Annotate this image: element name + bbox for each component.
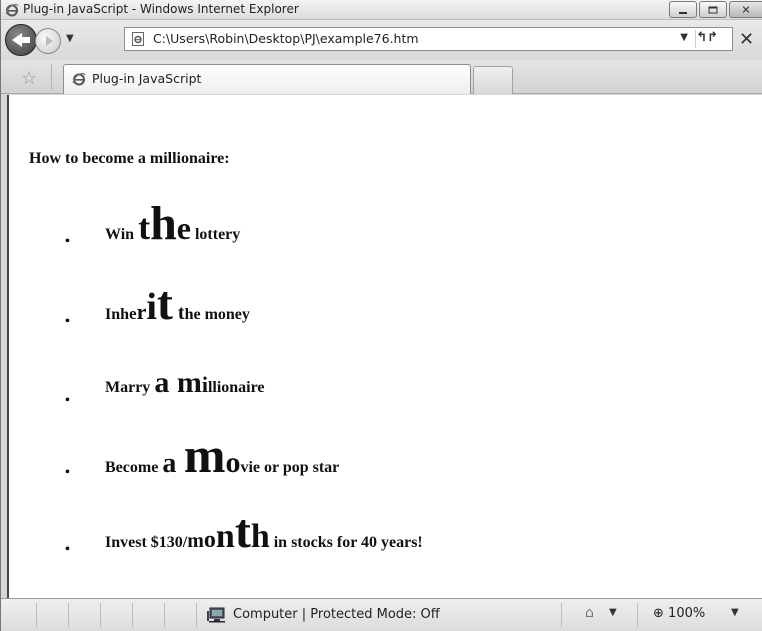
text-segment: llionaire bbox=[207, 379, 265, 396]
list-item-text: Marry a m i llionaire bbox=[105, 352, 265, 414]
zoom-dropdown-icon[interactable]: ▼ bbox=[731, 607, 739, 618]
back-arrow-stem bbox=[20, 37, 30, 43]
status-cell bbox=[69, 603, 101, 627]
refresh-icon[interactable]: ↰↱ bbox=[696, 30, 718, 45]
text-segment: i bbox=[146, 286, 157, 328]
list-bullet: • bbox=[65, 234, 70, 249]
ie-page-icon bbox=[72, 72, 86, 86]
text-segment bbox=[176, 432, 184, 494]
zone-dropdown-icon[interactable]: ▼ bbox=[609, 607, 617, 618]
tab-divider bbox=[51, 64, 52, 90]
zoom-icon: ⊕ bbox=[653, 606, 664, 621]
status-cell bbox=[165, 603, 197, 627]
security-zone-text[interactable]: Computer | Protected Mode: Off bbox=[233, 607, 440, 622]
status-cell bbox=[133, 603, 165, 627]
text-segment: r bbox=[136, 299, 147, 324]
browser-window: Plug-in JavaScript - Windows Internet Ex… bbox=[0, 0, 762, 631]
text-segment bbox=[169, 352, 177, 414]
list-item: • Invest $130/m o n t h in stocks for 40 year… bbox=[9, 95, 709, 558]
close-window-button[interactable]: ✕ bbox=[729, 1, 762, 18]
list-item-text: Invest $130/m o n t h in stocks for 40 years… bbox=[105, 501, 423, 563]
address-bar[interactable]: C:\Users\Robin\Desktop\PJ\example76.htm … bbox=[124, 27, 733, 51]
list-bullet: • bbox=[65, 314, 70, 329]
text-segment: m bbox=[183, 427, 226, 483]
address-dropdown-icon[interactable]: ▼ bbox=[680, 32, 688, 43]
title-bar: Plug-in JavaScript - Windows Internet Ex… bbox=[1, 0, 762, 20]
text-segment: n bbox=[215, 518, 235, 555]
zoom-level[interactable]: ⊕ 100% bbox=[653, 606, 705, 621]
status-bar: Computer | Protected Mode: Off ⌂ ▼ ⊕ 100… bbox=[1, 598, 762, 631]
minimize-icon bbox=[679, 11, 687, 14]
tab-label: Plug-in JavaScript bbox=[92, 71, 202, 86]
tab-bar: ☆ Plug-in JavaScript bbox=[1, 60, 762, 94]
page-icon bbox=[132, 32, 144, 46]
stop-button[interactable]: ✕ bbox=[739, 29, 754, 50]
text-segment: t bbox=[156, 277, 173, 330]
status-cell bbox=[637, 603, 638, 627]
text-segment: o bbox=[225, 446, 241, 479]
text-segment: a bbox=[162, 448, 177, 479]
text-segment: t bbox=[234, 505, 251, 558]
list-bullet: • bbox=[65, 465, 70, 480]
tab-plug-in-javascript[interactable]: Plug-in JavaScript bbox=[63, 64, 471, 94]
text-segment: m bbox=[187, 530, 204, 552]
back-button[interactable] bbox=[5, 24, 37, 56]
close-icon: ✕ bbox=[741, 3, 751, 16]
globe-icon[interactable]: ⌂ bbox=[585, 605, 594, 621]
text-segment: o bbox=[203, 527, 216, 553]
maximize-icon bbox=[708, 6, 718, 13]
text-segment: Marry bbox=[105, 379, 155, 396]
text-segment: Inh bbox=[105, 306, 130, 323]
text-segment: t bbox=[172, 302, 185, 324]
text-segment: Become bbox=[105, 459, 163, 476]
zoom-value: 100% bbox=[668, 606, 706, 621]
text-segment: a bbox=[154, 366, 170, 399]
window-title: Plug-in JavaScript - Windows Internet Ex… bbox=[23, 2, 299, 16]
list-bullet: • bbox=[65, 393, 70, 408]
new-tab-button[interactable] bbox=[473, 66, 513, 94]
minimize-button[interactable] bbox=[669, 1, 697, 18]
text-segment: lottery bbox=[190, 226, 241, 243]
computer-icon bbox=[207, 607, 225, 623]
caption-buttons: ✕ bbox=[667, 1, 762, 18]
ie-logo-icon bbox=[5, 3, 19, 17]
status-cell bbox=[1, 603, 37, 627]
text-segment: h bbox=[150, 197, 177, 250]
status-cell bbox=[561, 603, 562, 627]
forward-button[interactable] bbox=[35, 28, 61, 54]
list-item-text: Win the lottery bbox=[105, 193, 240, 255]
text-segment: e bbox=[129, 304, 137, 323]
text-segment: Win bbox=[105, 226, 139, 243]
forward-arrow-icon bbox=[46, 36, 53, 46]
list-item-text: Inh e r i t t he money bbox=[105, 273, 250, 335]
status-cell bbox=[37, 603, 69, 627]
text-segment: t bbox=[138, 207, 151, 247]
text-segment: m bbox=[176, 366, 202, 399]
text-segment: he money bbox=[184, 306, 250, 323]
url-text[interactable]: C:\Users\Robin\Desktop\PJ\example76.htm bbox=[153, 31, 419, 46]
navigation-bar: ▼ C:\Users\Robin\Desktop\PJ\example76.ht… bbox=[1, 20, 762, 60]
text-segment: vie or pop star bbox=[240, 459, 340, 476]
list-item-text: Become a m o vie or pop star bbox=[105, 424, 339, 486]
text-segment: h bbox=[250, 518, 270, 555]
star-icon[interactable]: ☆ bbox=[21, 68, 37, 89]
maximize-button[interactable] bbox=[699, 1, 727, 18]
text-segment: in stocks for 40 years! bbox=[269, 534, 423, 551]
page-content: How to become a millionaire: • Win the lo… bbox=[7, 95, 762, 598]
list-bullet: • bbox=[65, 542, 70, 557]
status-cell bbox=[101, 603, 133, 627]
text-segment: Invest $130/ bbox=[105, 534, 188, 551]
text-segment: e bbox=[176, 210, 191, 246]
history-dropdown-icon[interactable]: ▼ bbox=[66, 33, 74, 44]
